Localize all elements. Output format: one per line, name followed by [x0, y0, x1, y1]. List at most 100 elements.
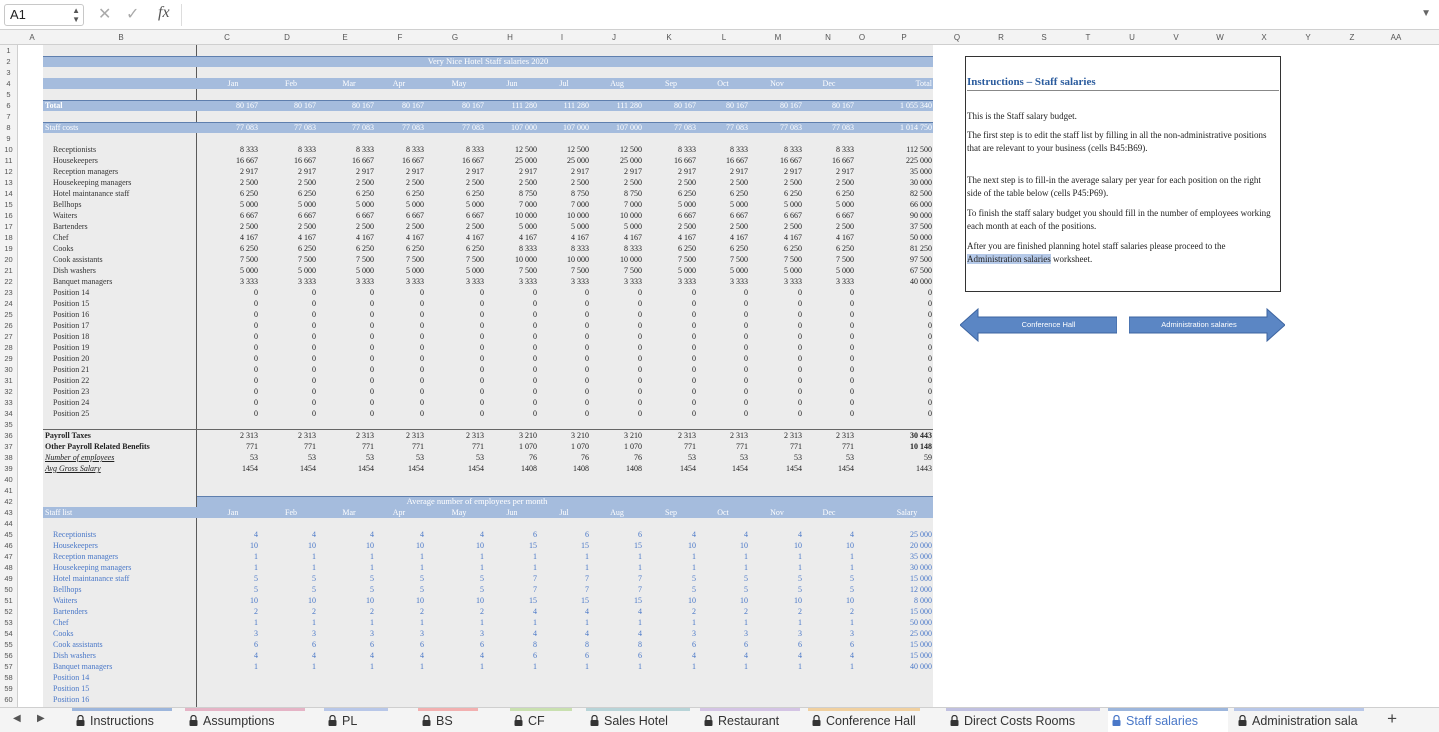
column-header-l[interactable]: L	[698, 30, 750, 45]
formula-input[interactable]	[186, 4, 1406, 26]
headcount-input[interactable]: 6	[487, 650, 537, 661]
headcount-input[interactable]: 5	[752, 584, 802, 595]
row-header[interactable]: 55	[0, 639, 17, 650]
headcount-input[interactable]: 10	[804, 595, 854, 606]
headcount-input[interactable]: 1	[266, 617, 316, 628]
headcount-input[interactable]: 10	[434, 595, 484, 606]
headcount-input[interactable]: 10	[208, 540, 258, 551]
salary-input[interactable]: 40 000	[882, 661, 932, 672]
headcount-input[interactable]: 15	[487, 540, 537, 551]
column-header-p[interactable]: P	[874, 30, 934, 45]
column-header-b[interactable]: B	[46, 30, 196, 45]
headcount-input[interactable]: 7	[487, 584, 537, 595]
headcount-input[interactable]: 8	[539, 639, 589, 650]
row-header[interactable]: 12	[0, 166, 17, 177]
salary-input[interactable]: 35 000	[882, 551, 932, 562]
tab-administration-sala[interactable]: Administration sala	[1234, 708, 1364, 732]
row-header[interactable]: 19	[0, 243, 17, 254]
headcount-input[interactable]: 5	[208, 573, 258, 584]
row-header[interactable]: 23	[0, 287, 17, 298]
row-header[interactable]: 39	[0, 463, 17, 474]
headcount-input[interactable]: 6	[539, 650, 589, 661]
headcount-input[interactable]: 5	[646, 584, 696, 595]
headcount-input[interactable]: 10	[752, 540, 802, 551]
row-header[interactable]: 45	[0, 529, 17, 540]
row-header[interactable]: 57	[0, 661, 17, 672]
headcount-input[interactable]: 10	[266, 540, 316, 551]
row-header[interactable]: 22	[0, 276, 17, 287]
prev-sheet-button[interactable]: Conference Hall	[960, 307, 1117, 343]
headcount-input[interactable]: 10	[698, 595, 748, 606]
headcount-input[interactable]: 1	[752, 617, 802, 628]
headcount-input[interactable]: 1	[434, 661, 484, 672]
row-header[interactable]: 17	[0, 221, 17, 232]
headcount-input[interactable]: 4	[487, 628, 537, 639]
column-header-q[interactable]: Q	[934, 30, 980, 45]
headcount-input[interactable]: 15	[539, 595, 589, 606]
row-header[interactable]: 1	[0, 45, 17, 56]
headcount-input[interactable]: 1	[646, 562, 696, 573]
row-header[interactable]: 56	[0, 650, 17, 661]
headcount-input[interactable]: 7	[487, 573, 537, 584]
row-header[interactable]: 24	[0, 298, 17, 309]
row-header[interactable]: 5	[0, 89, 17, 100]
row-header[interactable]: 58	[0, 672, 17, 683]
headcount-input[interactable]: 3	[804, 628, 854, 639]
headcount-input[interactable]: 1	[752, 551, 802, 562]
headcount-input[interactable]: 2	[646, 606, 696, 617]
row-header[interactable]: 33	[0, 397, 17, 408]
headcount-input[interactable]: 4	[698, 529, 748, 540]
headcount-input[interactable]: 1	[804, 562, 854, 573]
row-header[interactable]: 37	[0, 441, 17, 452]
salary-input[interactable]: 15 000	[882, 650, 932, 661]
row-header[interactable]: 15	[0, 199, 17, 210]
row-header[interactable]: 9	[0, 133, 17, 144]
headcount-input[interactable]: 1	[208, 617, 258, 628]
headcount-input[interactable]: 1	[266, 661, 316, 672]
headcount-input[interactable]: 1	[374, 617, 424, 628]
headcount-input[interactable]: 1	[434, 617, 484, 628]
headcount-input[interactable]: 10	[434, 540, 484, 551]
headcount-input[interactable]: 10	[646, 595, 696, 606]
headcount-input[interactable]: 4	[324, 529, 374, 540]
column-header-s[interactable]: S	[1022, 30, 1066, 45]
headcount-input[interactable]: 6	[324, 639, 374, 650]
row-header[interactable]: 14	[0, 188, 17, 199]
column-header-z[interactable]: Z	[1330, 30, 1374, 45]
add-sheet-icon[interactable]: +	[1387, 709, 1397, 729]
column-header-a[interactable]: A	[18, 30, 46, 45]
row-header[interactable]: 48	[0, 562, 17, 573]
column-header-f[interactable]: F	[374, 30, 426, 45]
column-header-g[interactable]: G	[426, 30, 484, 45]
headcount-input[interactable]: 5	[804, 584, 854, 595]
row-header[interactable]: 41	[0, 485, 17, 496]
salary-input[interactable]: 25 000	[882, 529, 932, 540]
tab-bs[interactable]: BS	[418, 708, 478, 732]
headcount-input[interactable]: 2	[698, 606, 748, 617]
row-header[interactable]: 31	[0, 375, 17, 386]
administration-salaries-link[interactable]: Administration salaries	[967, 253, 1051, 264]
headcount-input[interactable]: 6	[804, 639, 854, 650]
headcount-input[interactable]: 10	[804, 540, 854, 551]
headcount-input[interactable]: 1	[539, 551, 589, 562]
headcount-input[interactable]: 10	[698, 540, 748, 551]
tab-instructions[interactable]: Instructions	[72, 708, 172, 732]
sheet-grid[interactable]: Instructions – Staff salaries This is th…	[18, 45, 1439, 707]
headcount-input[interactable]: 15	[592, 595, 642, 606]
headcount-input[interactable]: 1	[698, 562, 748, 573]
headcount-input[interactable]: 4	[804, 650, 854, 661]
headcount-input[interactable]: 3	[434, 628, 484, 639]
column-header-y[interactable]: Y	[1286, 30, 1330, 45]
headcount-input[interactable]: 6	[374, 639, 424, 650]
headcount-input[interactable]: 6	[698, 639, 748, 650]
headcount-input[interactable]: 3	[698, 628, 748, 639]
headcount-input[interactable]: 6	[592, 650, 642, 661]
row-header[interactable]: 38	[0, 452, 17, 463]
headcount-input[interactable]: 2	[804, 606, 854, 617]
column-header-o[interactable]: O	[850, 30, 874, 45]
salary-input[interactable]: 8 000	[882, 595, 932, 606]
headcount-input[interactable]: 4	[434, 529, 484, 540]
row-header[interactable]: 8	[0, 122, 17, 133]
row-header[interactable]: 52	[0, 606, 17, 617]
headcount-input[interactable]: 1	[266, 562, 316, 573]
